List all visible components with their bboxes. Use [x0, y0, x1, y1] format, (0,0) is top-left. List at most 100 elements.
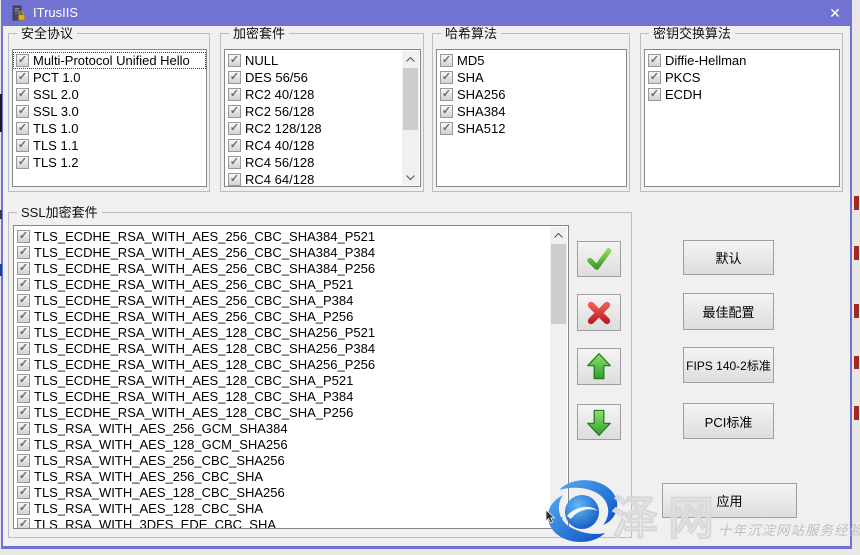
- checkbox-checked-icon[interactable]: ✓: [17, 358, 30, 371]
- checkbox-checked-icon[interactable]: ✓: [17, 518, 30, 530]
- apply-button[interactable]: 应用: [662, 483, 797, 518]
- list-item[interactable]: ✓ TLS_RSA_WITH_AES_128_GCM_SHA256: [14, 436, 551, 452]
- checkbox-checked-icon[interactable]: ✓: [17, 438, 30, 451]
- confirm-button[interactable]: [577, 241, 621, 277]
- list-item[interactable]: ✓ TLS_RSA_WITH_AES_256_CBC_SHA: [14, 468, 551, 484]
- checkbox-checked-icon[interactable]: ✓: [228, 54, 241, 67]
- checkbox-checked-icon[interactable]: ✓: [16, 139, 29, 152]
- list-item[interactable]: ✓ TLS 1.1: [13, 137, 206, 154]
- checkbox-checked-icon[interactable]: ✓: [16, 71, 29, 84]
- checkbox-checked-icon[interactable]: ✓: [228, 156, 241, 169]
- list-item[interactable]: ✓ TLS_RSA_WITH_AES_128_CBC_SHA: [14, 500, 551, 516]
- list-item[interactable]: ✓ TLS_ECDHE_RSA_WITH_AES_256_CBC_SHA384_…: [14, 228, 551, 244]
- list-item[interactable]: ✓ TLS_RSA_WITH_AES_256_GCM_SHA384: [14, 420, 551, 436]
- checkbox-checked-icon[interactable]: ✓: [228, 88, 241, 101]
- list-item[interactable]: ✓ SHA384: [437, 103, 626, 120]
- checkbox-checked-icon[interactable]: ✓: [17, 326, 30, 339]
- move-down-button[interactable]: [577, 404, 621, 440]
- checkbox-checked-icon[interactable]: ✓: [16, 156, 29, 169]
- list-item[interactable]: ✓ SHA256: [437, 86, 626, 103]
- scroll-down-icon[interactable]: [402, 169, 419, 185]
- checkbox-checked-icon[interactable]: ✓: [17, 278, 30, 291]
- checkbox-checked-icon[interactable]: ✓: [16, 105, 29, 118]
- list-item[interactable]: ✓ ECDH: [645, 86, 839, 103]
- list-item[interactable]: ✓ TLS_ECDHE_RSA_WITH_AES_128_CBC_SHA256_…: [14, 356, 551, 372]
- cipher-list-scrollbar[interactable]: [402, 51, 419, 185]
- list-item[interactable]: ✓ TLS_ECDHE_RSA_WITH_AES_256_CBC_SHA_P25…: [14, 308, 551, 324]
- list-item[interactable]: ✓ TLS_RSA_WITH_AES_256_CBC_SHA256: [14, 452, 551, 468]
- checkbox-checked-icon[interactable]: ✓: [16, 88, 29, 101]
- list-item[interactable]: ✓ TLS_ECDHE_RSA_WITH_AES_128_CBC_SHA_P25…: [14, 404, 551, 420]
- list-item[interactable]: ✓ NULL: [225, 52, 403, 69]
- checkbox-checked-icon[interactable]: ✓: [228, 105, 241, 118]
- list-item[interactable]: ✓ PKCS: [645, 69, 839, 86]
- checkbox-checked-icon[interactable]: ✓: [17, 422, 30, 435]
- list-item[interactable]: ✓ TLS_ECDHE_RSA_WITH_AES_128_CBC_SHA_P52…: [14, 372, 551, 388]
- checkbox-checked-icon[interactable]: ✓: [440, 105, 453, 118]
- list-item[interactable]: ✓ SSL 2.0: [13, 86, 206, 103]
- scroll-down-icon[interactable]: [550, 511, 567, 527]
- list-item[interactable]: ✓ Diffie-Hellman: [645, 52, 839, 69]
- close-button[interactable]: ✕: [818, 0, 852, 26]
- checkbox-checked-icon[interactable]: ✓: [16, 54, 29, 67]
- list-item[interactable]: ✓ RC2 56/128: [225, 103, 403, 120]
- checkbox-checked-icon[interactable]: ✓: [648, 71, 661, 84]
- checkbox-checked-icon[interactable]: ✓: [17, 342, 30, 355]
- list-item[interactable]: ✓ TLS 1.2: [13, 154, 206, 171]
- list-item[interactable]: ✓ RC2 40/128: [225, 86, 403, 103]
- ssl-list-scrollbar[interactable]: [550, 227, 567, 527]
- list-item[interactable]: ✓ RC2 128/128: [225, 120, 403, 137]
- list-item[interactable]: ✓ Multi-Protocol Unified Hello: [13, 52, 206, 69]
- list-item[interactable]: ✓ TLS_RSA_WITH_AES_128_CBC_SHA256: [14, 484, 551, 500]
- default-button[interactable]: 默认: [683, 240, 774, 275]
- checkbox-checked-icon[interactable]: ✓: [17, 374, 30, 387]
- checkbox-checked-icon[interactable]: ✓: [17, 486, 30, 499]
- list-item[interactable]: ✓ TLS_ECDHE_RSA_WITH_AES_128_CBC_SHA256_…: [14, 324, 551, 340]
- list-item[interactable]: ✓ TLS_RSA_WITH_3DES_EDE_CBC_SHA: [14, 516, 551, 529]
- list-item[interactable]: ✓ RC4 56/128: [225, 154, 403, 171]
- key-exchange-list[interactable]: ✓ Diffie-Hellman ✓ PKCS ✓ ECDH: [644, 49, 840, 187]
- protocol-list[interactable]: ✓ Multi-Protocol Unified Hello ✓ PCT 1.0…: [12, 49, 207, 187]
- move-up-button[interactable]: [577, 348, 621, 385]
- checkbox-checked-icon[interactable]: ✓: [17, 454, 30, 467]
- scrollbar-thumb[interactable]: [551, 244, 566, 324]
- checkbox-checked-icon[interactable]: ✓: [440, 71, 453, 84]
- checkbox-checked-icon[interactable]: ✓: [228, 71, 241, 84]
- list-item[interactable]: ✓ DES 56/56: [225, 69, 403, 86]
- list-item[interactable]: ✓ RC4 40/128: [225, 137, 403, 154]
- checkbox-checked-icon[interactable]: ✓: [17, 470, 30, 483]
- cipher-list[interactable]: ✓ NULL ✓ DES 56/56 ✓ RC2 40/128 ✓ RC2 56…: [224, 49, 421, 187]
- checkbox-checked-icon[interactable]: ✓: [17, 406, 30, 419]
- checkbox-checked-icon[interactable]: ✓: [17, 262, 30, 275]
- checkbox-checked-icon[interactable]: ✓: [440, 122, 453, 135]
- list-item[interactable]: ✓ RC4 64/128: [225, 171, 403, 187]
- scrollbar-thumb[interactable]: [403, 68, 418, 130]
- list-item[interactable]: ✓ TLS 1.0: [13, 120, 206, 137]
- best-config-button[interactable]: 最佳配置: [683, 293, 774, 330]
- checkbox-checked-icon[interactable]: ✓: [228, 139, 241, 152]
- title-bar[interactable]: ITrusIIS: [1, 0, 852, 26]
- list-item[interactable]: ✓ TLS_ECDHE_RSA_WITH_AES_128_CBC_SHA256_…: [14, 340, 551, 356]
- checkbox-checked-icon[interactable]: ✓: [17, 294, 30, 307]
- checkbox-checked-icon[interactable]: ✓: [228, 122, 241, 135]
- checkbox-checked-icon[interactable]: ✓: [440, 54, 453, 67]
- list-item[interactable]: ✓ SSL 3.0: [13, 103, 206, 120]
- list-item[interactable]: ✓ TLS_ECDHE_RSA_WITH_AES_256_CBC_SHA_P38…: [14, 292, 551, 308]
- checkbox-checked-icon[interactable]: ✓: [17, 310, 30, 323]
- remove-button[interactable]: [577, 294, 621, 331]
- checkbox-checked-icon[interactable]: ✓: [16, 122, 29, 135]
- checkbox-checked-icon[interactable]: ✓: [17, 246, 30, 259]
- list-item[interactable]: ✓ TLS_ECDHE_RSA_WITH_AES_128_CBC_SHA_P38…: [14, 388, 551, 404]
- scroll-up-icon[interactable]: [402, 51, 419, 67]
- ssl-suite-list[interactable]: ✓ TLS_ECDHE_RSA_WITH_AES_256_CBC_SHA384_…: [13, 225, 569, 529]
- checkbox-checked-icon[interactable]: ✓: [228, 173, 241, 186]
- pci-standard-button[interactable]: PCI标准: [683, 403, 774, 439]
- list-item[interactable]: ✓ MD5: [437, 52, 626, 69]
- checkbox-checked-icon[interactable]: ✓: [440, 88, 453, 101]
- scroll-up-icon[interactable]: [550, 227, 567, 243]
- list-item[interactable]: ✓ PCT 1.0: [13, 69, 206, 86]
- checkbox-checked-icon[interactable]: ✓: [648, 54, 661, 67]
- checkbox-checked-icon[interactable]: ✓: [17, 390, 30, 403]
- checkbox-checked-icon[interactable]: ✓: [648, 88, 661, 101]
- list-item[interactable]: ✓ SHA: [437, 69, 626, 86]
